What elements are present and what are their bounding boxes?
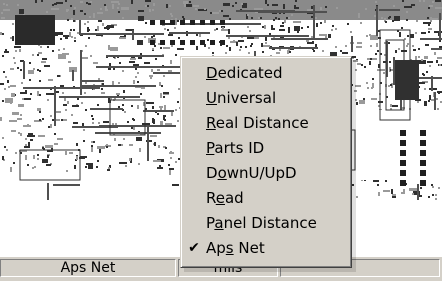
- menu-item-label: Universal: [206, 89, 277, 107]
- context-menu: Dedicated Universal Real Distance Parts …: [180, 56, 352, 268]
- menu-item-label: Parts ID: [206, 139, 265, 157]
- menu-item-aps-net[interactable]: ✔ Aps Net: [184, 236, 348, 260]
- menu-item-universal[interactable]: Universal: [184, 86, 348, 110]
- menu-item-label: Dedicated: [206, 64, 283, 82]
- menu-item-label: Panel Distance: [206, 214, 317, 232]
- checkmark-icon: ✔: [188, 240, 200, 256]
- menu-item-parts-id[interactable]: Parts ID: [184, 136, 348, 160]
- menu-item-panel-distance[interactable]: Panel Distance: [184, 211, 348, 235]
- menu-item-label: DownU/UpD: [206, 164, 297, 182]
- menu-item-label: Real Distance: [206, 114, 309, 132]
- status-cell-mode: Aps Net: [0, 259, 176, 277]
- menu-item-label: Read: [206, 189, 244, 207]
- menu-item-read[interactable]: Read: [184, 186, 348, 210]
- menu-item-label: Aps Net: [206, 239, 265, 257]
- menu-item-downu-upd[interactable]: DownU/UpD: [184, 161, 348, 185]
- menu-item-real-distance[interactable]: Real Distance: [184, 111, 348, 135]
- menu-item-dedicated[interactable]: Dedicated: [184, 61, 348, 85]
